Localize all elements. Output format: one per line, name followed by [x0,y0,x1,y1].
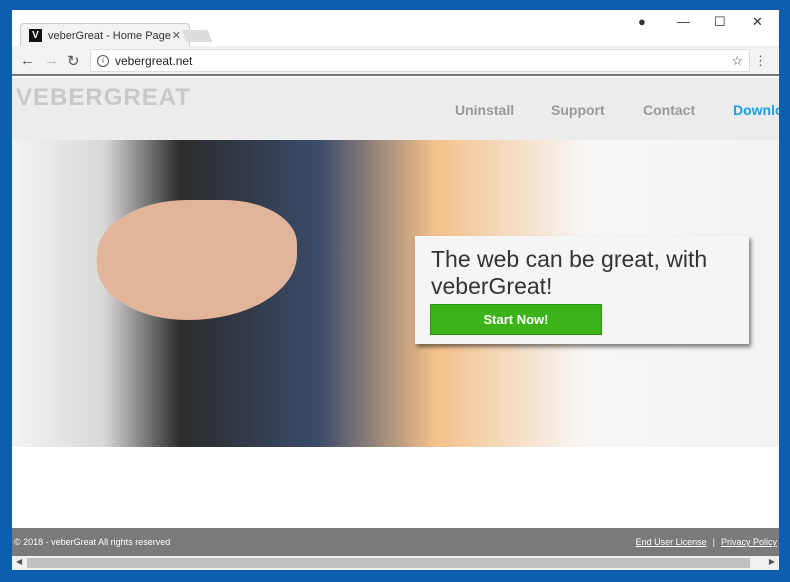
address-bar[interactable]: i vebergreat.net ☆ [90,49,750,72]
privacy-link[interactable]: Privacy Policy [721,537,777,547]
horizontal-scrollbar[interactable]: ◀ ▶ [12,556,779,570]
tab-home[interactable]: V veberGreat - Home Page ✕ [20,23,190,47]
minimize-icon[interactable]: — [677,14,690,29]
hand-image [97,200,297,320]
footer: © 2018 - veberGreat All rights reserved … [12,528,779,556]
hero-card: The web can be great, with veberGreat! S… [415,236,749,344]
headline: The web can be great, with veberGreat! [431,246,708,299]
separator: | [712,537,715,547]
new-tab-button[interactable] [181,30,213,42]
url-text: vebergreat.net [115,53,193,68]
close-tab-icon[interactable]: ✕ [172,29,181,42]
site-logo[interactable]: VEBERGREAT [16,84,191,112]
tab-bar: V veberGreat - Home Page ✕ ● — ☐ ✕ [12,10,779,47]
copyright: © 2018 - veberGreat All rights reserved [14,537,171,547]
close-window-icon[interactable]: ✕ [752,14,763,30]
info-icon[interactable]: i [97,54,109,67]
reload-icon[interactable]: ↻ [67,52,80,70]
maximize-icon[interactable]: ☐ [714,14,726,30]
web-page: VEBERGREAT Uninstall Support Contact Dow… [12,78,779,528]
nav-contact[interactable]: Contact [643,102,695,118]
scroll-left-icon[interactable]: ◀ [16,557,22,566]
eula-link[interactable]: End User License [636,537,707,547]
profile-icon[interactable]: ● [638,14,646,29]
nav-uninstall[interactable]: Uninstall [455,102,514,118]
nav-support[interactable]: Support [551,102,605,118]
forward-icon[interactable]: → [44,52,59,69]
tab-title: veberGreat - Home Page [48,29,171,42]
nav-download[interactable]: Downlo [733,102,779,118]
scrollbar-thumb[interactable] [27,558,750,568]
start-now-button[interactable]: Start Now! [430,304,602,335]
scroll-right-icon[interactable]: ▶ [769,557,775,566]
favicon-icon: V [29,29,42,42]
menu-icon[interactable]: ⋮ [754,53,767,69]
browser-window: V veberGreat - Home Page ✕ ● — ☐ ✕ ← → ↻… [12,10,779,570]
hero-image: The web can be great, with veberGreat! S… [12,140,779,447]
toolbar: ← → ↻ i vebergreat.net ☆ ⋮ [12,46,779,76]
bookmark-star-icon[interactable]: ☆ [731,53,743,69]
content-spacer [12,447,779,528]
back-icon[interactable]: ← [20,52,35,69]
